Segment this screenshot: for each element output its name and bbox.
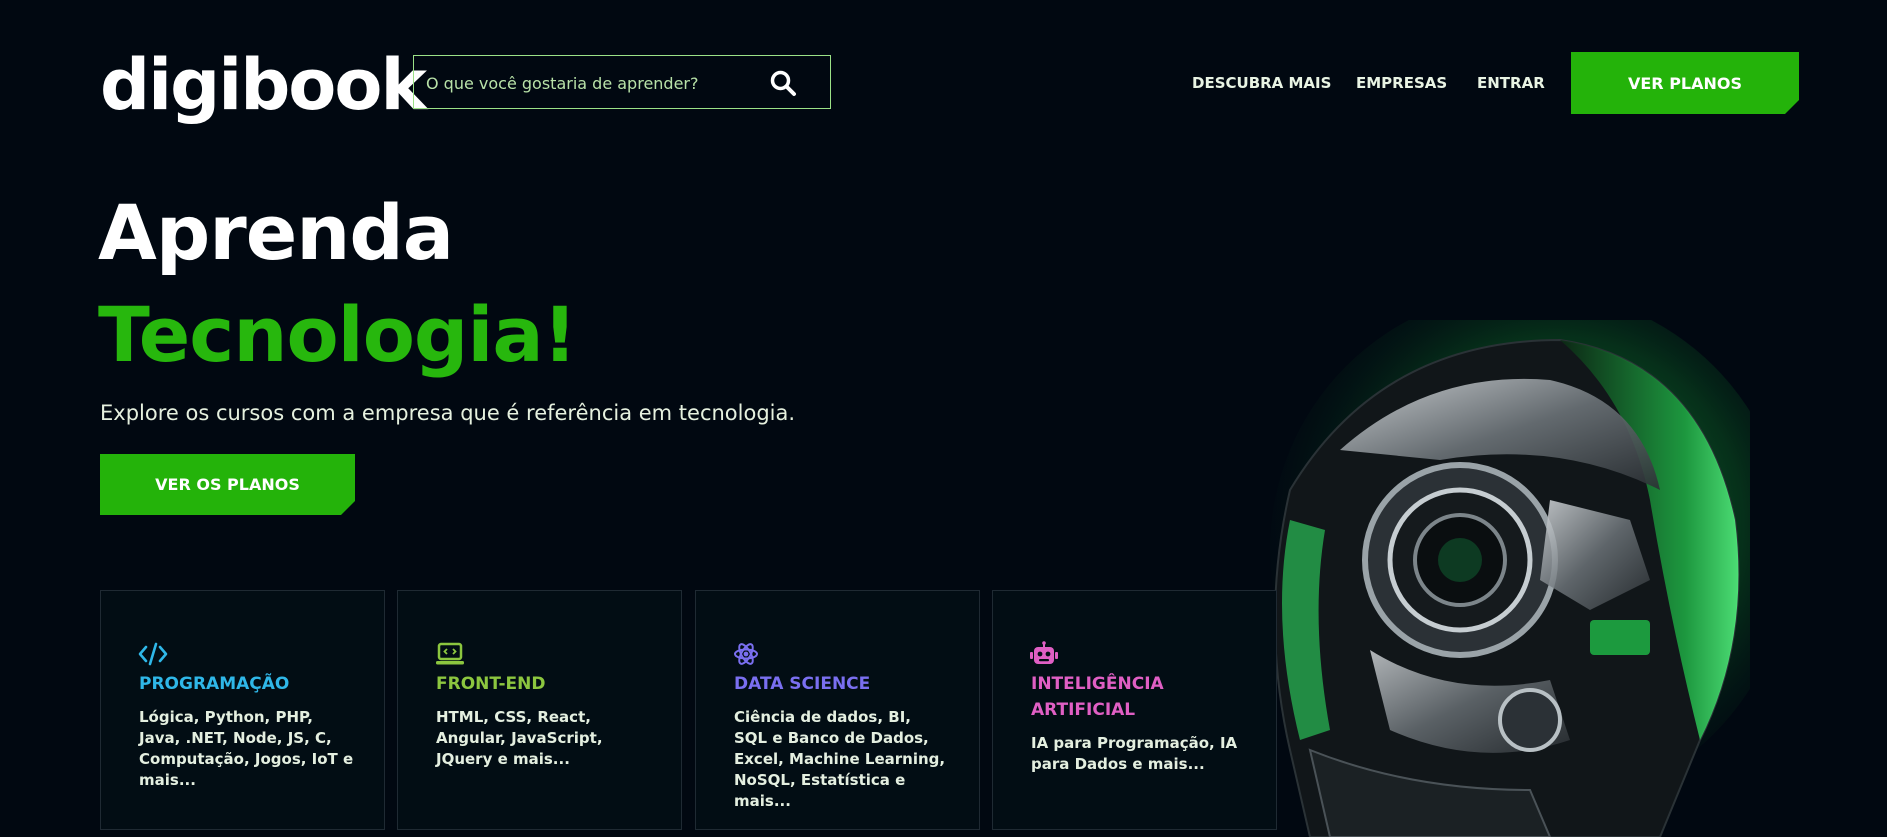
logo[interactable]: digibook — [100, 42, 427, 128]
card-title: PROGRAMAÇÃO — [139, 674, 290, 694]
card-description: Lógica, Python, PHP, Java, .NET, Node, J… — [139, 708, 354, 789]
card-title: INTELIGÊNCIA ARTIFICIAL — [1031, 674, 1164, 720]
card-description: HTML, CSS, React, Angular, JavaScript, J… — [436, 708, 603, 768]
search-icon[interactable] — [769, 69, 797, 97]
nav-entrar[interactable]: ENTRAR — [1477, 74, 1545, 92]
hero-title-line-1: Aprenda — [98, 188, 454, 277]
search-bar — [413, 55, 831, 110]
landing-page: digibook DESCUBRA MAIS EMPRESAS ENTRAR V… — [0, 0, 1887, 837]
category-card-inteligencia-artificial[interactable]: INTELIGÊNCIA ARTIFICIAL IA para Programa… — [992, 590, 1277, 830]
ver-os-planos-button[interactable]: VER OS PLANOS — [100, 454, 355, 515]
hero-subtitle: Explore os cursos com a empresa que é re… — [100, 401, 796, 425]
category-card-data-science[interactable]: DATA SCIENCE Ciência de dados, BI, SQL e… — [695, 590, 980, 830]
card-description: IA para Programação, IA para Dados e mai… — [1031, 734, 1238, 773]
code-icon — [138, 642, 168, 666]
ver-planos-button[interactable]: VER PLANOS — [1571, 52, 1799, 114]
card-description: Ciência de dados, BI, SQL e Banco de Dad… — [734, 708, 946, 810]
robot-icon — [1030, 641, 1058, 664]
card-title: FRONT-END — [436, 674, 546, 694]
nav-descubra-mais[interactable]: DESCUBRA MAIS — [1192, 74, 1331, 92]
atom-icon — [734, 643, 758, 665]
category-card-programacao[interactable]: PROGRAMAÇÃO Lógica, Python, PHP, Java, .… — [100, 590, 385, 830]
laptop-code-icon — [436, 642, 464, 665]
hero-title-line-2: Tecnologia! — [98, 290, 577, 379]
robot-head-image — [1270, 320, 1750, 837]
category-card-front-end[interactable]: FRONT-END HTML, CSS, React, Angular, Jav… — [397, 590, 682, 830]
card-title: DATA SCIENCE — [734, 674, 871, 694]
nav-empresas[interactable]: EMPRESAS — [1356, 74, 1447, 92]
search-input[interactable] — [424, 56, 758, 110]
